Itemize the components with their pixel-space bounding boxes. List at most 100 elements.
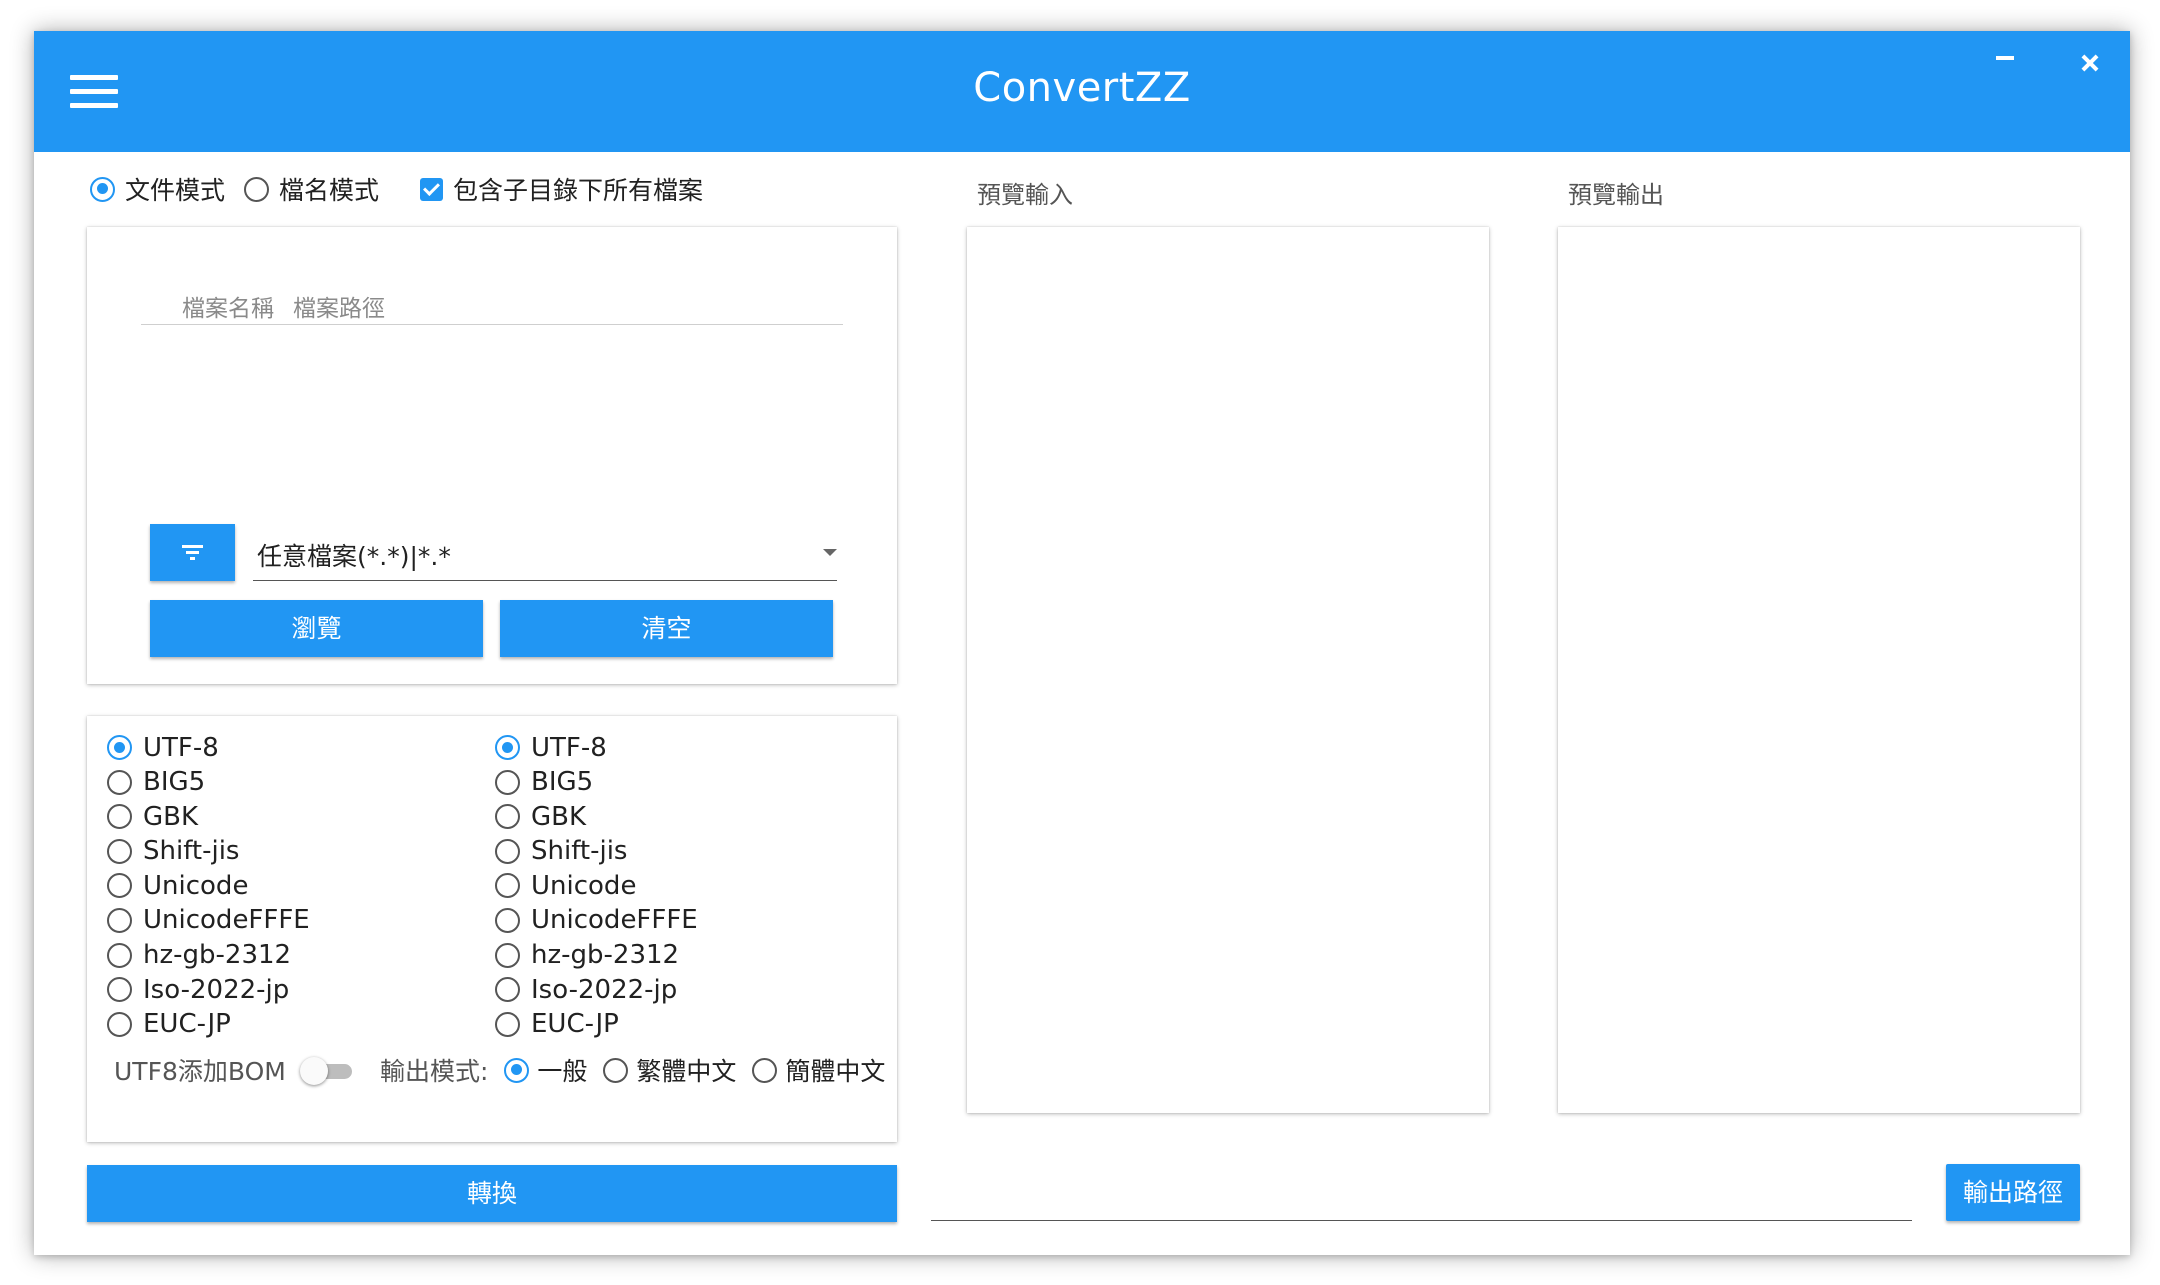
bom-label: UTF8添加BOM [114,1057,286,1086]
output-encoding-radio[interactable] [495,735,520,760]
input-encoding-option[interactable]: EUC-JP [107,1009,437,1044]
file-filter-select[interactable]: 任意檔案(*.*)|*.* [253,527,837,581]
output-encoding-option[interactable]: Unicode [495,870,825,905]
filename-mode-option[interactable]: 檔名模式 [244,171,379,207]
output-mode-traditional-radio[interactable] [603,1057,629,1083]
output-mode-normal-radio[interactable] [504,1057,530,1083]
app-title: ConvertZZ [973,65,1191,111]
bom-toggle[interactable] [299,1056,352,1085]
output-encoding-label: Iso-2022-jp [531,974,678,1005]
output-encoding-option[interactable]: Shift-jis [495,836,825,871]
output-mode-simplified-label: 簡體中文 [785,1057,886,1086]
output-encoding-radio[interactable] [495,907,520,933]
output-encoding-option[interactable]: Iso-2022-jp [495,974,825,1009]
output-encoding-option[interactable]: UTF-8 [495,732,825,767]
browse-button[interactable]: 瀏覽 [150,600,483,657]
input-encoding-label: Iso-2022-jp [143,974,290,1005]
output-encoding-option[interactable]: GBK [495,801,825,836]
bom-row: UTF8添加BOM [114,1052,352,1088]
input-encoding-label: UnicodeFFFE [143,905,310,936]
input-encoding-option[interactable]: Iso-2022-jp [107,974,437,1009]
output-encoding-list: UTF-8 BIG5 GBK Shift-jis Unicode UnicodeFFFE h… [495,732,825,1043]
file-list-header: 檔案名稱 檔案路徑 [141,289,843,325]
output-encoding-radio[interactable] [495,804,520,830]
input-encoding-label: Unicode [143,870,249,901]
input-encoding-option[interactable]: UnicodeFFFE [107,905,437,940]
input-encoding-radio[interactable] [107,907,132,933]
input-encoding-option[interactable]: UTF-8 [107,732,437,767]
output-encoding-label: Shift-jis [531,836,628,867]
document-mode-radio[interactable] [90,176,115,202]
output-mode-simplified-option[interactable]: 簡體中文 [752,1052,885,1088]
encoding-card: UTF-8 BIG5 GBK Shift-jis Unicode UnicodeFFFE h… [87,716,897,1142]
input-encoding-label: GBK [143,801,199,832]
file-list[interactable] [141,327,843,507]
input-encoding-radio[interactable] [107,735,132,760]
output-encoding-label: UnicodeFFFE [531,905,698,936]
preview-output-label: 預覽輸出 [1568,181,1664,209]
include-subdirs-option[interactable]: 包含子目錄下所有檔案 [420,171,703,207]
output-encoding-radio[interactable] [495,1011,520,1037]
preview-input-area[interactable] [967,227,1489,1113]
column-header-file-path[interactable]: 檔案路徑 [293,289,385,323]
close-icon[interactable] [2070,45,2110,77]
file-filter-value: 任意檔案(*.*)|*.* [257,542,451,571]
output-encoding-label: EUC-JP [531,1009,619,1040]
output-encoding-radio[interactable] [495,838,520,864]
output-encoding-label: GBK [531,801,587,832]
minimize-icon[interactable] [1986,45,2026,77]
input-encoding-label: EUC-JP [143,1009,231,1040]
filter-button[interactable] [150,524,235,581]
input-encoding-label: Shift-jis [143,836,240,867]
output-encoding-radio[interactable] [495,873,520,899]
output-mode-normal-label: 一般 [537,1057,588,1086]
input-encoding-label: UTF-8 [143,732,219,763]
input-encoding-radio[interactable] [107,873,132,899]
output-encoding-option[interactable]: BIG5 [495,767,825,802]
column-header-file-name[interactable]: 檔案名稱 [182,289,274,323]
output-encoding-label: hz-gb-2312 [531,940,680,971]
include-subdirs-checkbox[interactable] [420,177,443,201]
include-subdirs-label: 包含子目錄下所有檔案 [453,176,704,205]
input-encoding-radio[interactable] [107,804,132,830]
input-encoding-option[interactable]: BIG5 [107,767,437,802]
output-encoding-radio[interactable] [495,769,520,795]
output-mode-normal-option[interactable]: 一般 [504,1052,587,1088]
preview-input-label: 預覽輸入 [977,181,1073,209]
output-encoding-option[interactable]: hz-gb-2312 [495,940,825,975]
document-mode-label: 文件模式 [125,176,226,205]
output-encoding-label: BIG5 [531,767,594,798]
output-path-button[interactable]: 輸出路徑 [1946,1164,2080,1221]
document-mode-option[interactable]: 文件模式 [90,171,225,207]
output-encoding-label: Unicode [531,870,637,901]
title-bar: ConvertZZ [34,31,2130,152]
filename-mode-radio[interactable] [244,176,269,202]
file-list-card: 檔案名稱 檔案路徑 任意檔案(*.*)|*.* 瀏覽 清空 [87,227,897,684]
output-path-input[interactable] [931,1165,1912,1221]
output-mode-title: 輸出模式: [380,1057,489,1086]
input-encoding-option[interactable]: hz-gb-2312 [107,940,437,975]
filename-mode-label: 檔名模式 [279,176,380,205]
output-encoding-option[interactable]: UnicodeFFFE [495,905,825,940]
output-mode-simplified-radio[interactable] [752,1057,778,1083]
input-encoding-radio[interactable] [107,1011,132,1037]
input-encoding-radio[interactable] [107,838,132,864]
app-window: ConvertZZ 文件模式 檔名模式 包含子目錄下所有檔案 檔案名稱 檔案路徑 [34,31,2130,1255]
input-encoding-radio[interactable] [107,769,132,795]
output-encoding-label: UTF-8 [531,732,607,763]
clear-button[interactable]: 清空 [500,600,833,657]
input-encoding-option[interactable]: GBK [107,801,437,836]
output-encoding-option[interactable]: EUC-JP [495,1009,825,1044]
input-encoding-label: hz-gb-2312 [143,940,292,971]
input-encoding-option[interactable]: Shift-jis [107,836,437,871]
preview-output-area[interactable] [1558,227,2080,1113]
input-encoding-radio[interactable] [107,942,132,968]
input-encoding-list: UTF-8 BIG5 GBK Shift-jis Unicode UnicodeFFFE h… [107,732,437,1043]
input-encoding-option[interactable]: Unicode [107,870,437,905]
input-encoding-radio[interactable] [107,977,132,1003]
output-mode-traditional-option[interactable]: 繁體中文 [603,1052,736,1088]
output-encoding-radio[interactable] [495,977,520,1003]
convert-button[interactable]: 轉換 [87,1165,897,1222]
output-encoding-radio[interactable] [495,942,520,968]
chevron-down-icon [823,549,837,556]
